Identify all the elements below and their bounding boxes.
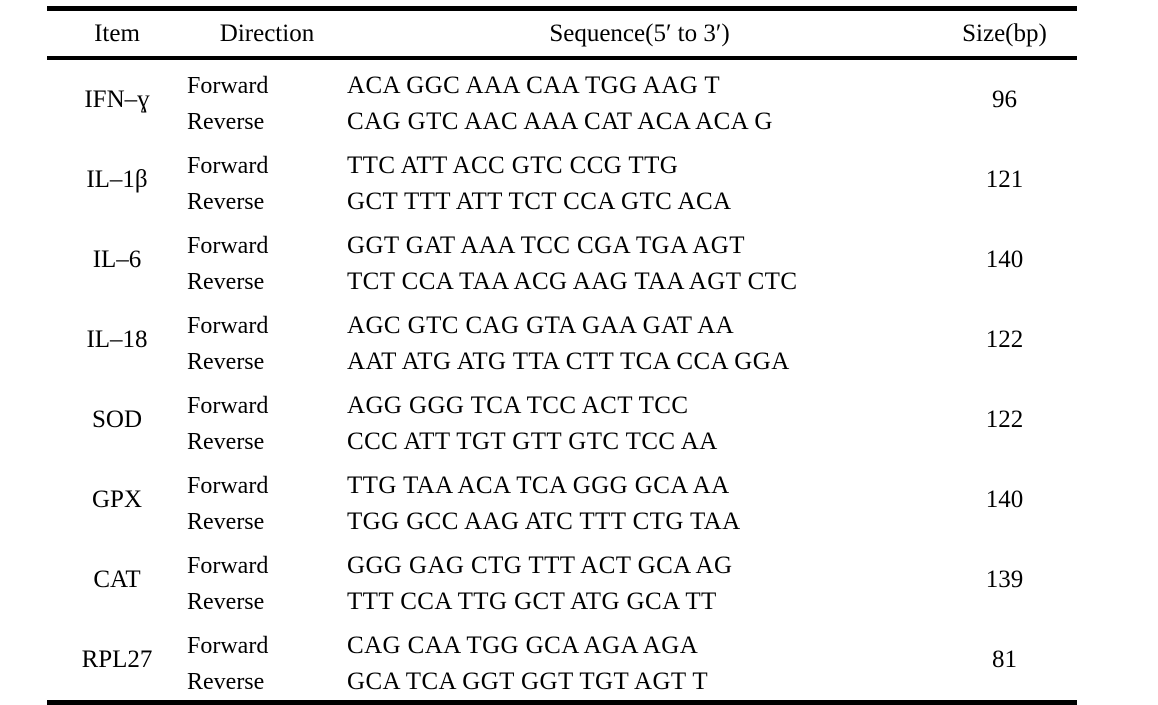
cell-sequence-reverse: TTT CCA TTG GCT ATG GCA TT [347, 588, 717, 615]
table-row: IFN–ɣ Forward ACA GGC AAA CAA TGG AAG T … [47, 60, 1077, 113]
cell-size: 96 [992, 86, 1017, 113]
table-row: Reverse GCA TCA GGT GGT TGT AGT T [47, 664, 1077, 700]
cell-direction-forward: Forward [187, 553, 269, 579]
cell-direction-reverse: Reverse [187, 509, 265, 535]
cell-item: SOD [91, 406, 142, 433]
table-row: Reverse TCT CCA TAA ACG AAG TAA AGT CTC [47, 264, 1077, 300]
cell-direction-forward: Forward [187, 233, 269, 259]
cell-direction-forward: Forward [187, 73, 269, 99]
cell-item: GPX [91, 486, 142, 513]
cell-size: 122 [985, 406, 1024, 433]
cell-item: IL–6 [92, 246, 142, 273]
primer-table-body-wrapper: IFN–ɣ Forward ACA GGC AAA CAA TGG AAG T … [47, 60, 1077, 700]
table-row: IL–6 Forward GGT GAT AAA TCC CGA TGA AGT… [47, 220, 1077, 273]
primer-table-container: Item Direction Sequence(5′ to 3′) Size(b… [47, 6, 1077, 705]
cell-sequence-forward: ACA GGC AAA CAA TGG AAG T [347, 72, 721, 99]
table-row: IL–18 Forward AGC GTC CAG GTA GAA GAT AA… [47, 300, 1077, 353]
cell-direction-reverse: Reverse [187, 429, 265, 455]
cell-sequence-forward: CAG CAA TGG GCA AGA AGA [347, 632, 699, 659]
table-bottom-rule [47, 700, 1077, 705]
table-body: IFN–ɣ Forward ACA GGC AAA CAA TGG AAG T … [47, 60, 1077, 700]
table-row: Reverse CAG GTC AAC AAA CAT ACA ACA G [47, 104, 1077, 140]
cell-sequence-reverse: AAT ATG ATG TTA CTT TCA CCA GGA [347, 348, 790, 375]
cell-sequence-forward: TTC ATT ACC GTC CCG TTG [347, 152, 679, 179]
cell-sequence-reverse: TCT CCA TAA ACG AAG TAA AGT CTC [347, 268, 798, 295]
cell-direction-forward: Forward [187, 633, 269, 659]
table-row: GPX Forward TTG TAA ACA TCA GGG GCA AA 1… [47, 460, 1077, 513]
table-header: Item Direction Sequence(5′ to 3′) Size(b… [47, 11, 1077, 56]
cell-direction-reverse: Reverse [187, 669, 265, 695]
cell-size: 81 [992, 646, 1017, 673]
cell-sequence-reverse: CAG GTC AAC AAA CAT ACA ACA G [347, 108, 773, 135]
cell-sequence-reverse: CCC ATT TGT GTT GTC TCC AA [347, 428, 718, 455]
cell-sequence-reverse: GCA TCA GGT GGT TGT AGT T [347, 668, 708, 695]
cell-sequence-forward: GGT GAT AAA TCC CGA TGA AGT [347, 232, 745, 259]
cell-sequence-forward: AGC GTC CAG GTA GAA GAT AA [347, 312, 735, 339]
table-row: CAT Forward GGG GAG CTG TTT ACT GCA AG 1… [47, 540, 1077, 593]
cell-direction-reverse: Reverse [187, 349, 265, 375]
column-header-size: Size(bp) [962, 20, 1047, 47]
primer-table: Item Direction Sequence(5′ to 3′) Size(b… [47, 11, 1077, 56]
table-row: Reverse CCC ATT TGT GTT GTC TCC AA [47, 424, 1077, 460]
cell-sequence-reverse: TGG GCC AAG ATC TTT CTG TAA [347, 508, 741, 535]
cell-item: CAT [93, 566, 141, 593]
cell-direction-forward: Forward [187, 473, 269, 499]
cell-direction-forward: Forward [187, 393, 269, 419]
cell-sequence-forward: TTG TAA ACA TCA GGG GCA AA [347, 472, 730, 499]
cell-item: RPL27 [81, 646, 153, 673]
cell-direction-forward: Forward [187, 313, 269, 339]
cell-size: 140 [985, 486, 1024, 513]
table-row: IL–1β Forward TTC ATT ACC GTC CCG TTG 12… [47, 140, 1077, 193]
column-header-sequence: Sequence(5′ to 3′) [549, 20, 730, 47]
cell-sequence-forward: AGG GGG TCA TCC ACT TCC [347, 392, 689, 419]
column-header-direction: Direction [219, 20, 315, 47]
table-row: Reverse TTT CCA TTG GCT ATG GCA TT [47, 584, 1077, 620]
table-row: SOD Forward AGG GGG TCA TCC ACT TCC 122 [47, 380, 1077, 433]
table-row: Reverse AAT ATG ATG TTA CTT TCA CCA GGA [47, 344, 1077, 380]
cell-direction-reverse: Reverse [187, 189, 265, 215]
column-header-item: Item [94, 20, 140, 47]
cell-size: 140 [985, 246, 1024, 273]
cell-sequence-forward: GGG GAG CTG TTT ACT GCA AG [347, 552, 733, 579]
page-root: Item Direction Sequence(5′ to 3′) Size(b… [0, 0, 1158, 705]
cell-item: IFN–ɣ [84, 86, 150, 113]
cell-item: IL–18 [86, 326, 148, 353]
table-row: Reverse TGG GCC AAG ATC TTT CTG TAA [47, 504, 1077, 540]
cell-size: 122 [985, 326, 1024, 353]
cell-direction-reverse: Reverse [187, 269, 265, 295]
cell-direction-reverse: Reverse [187, 589, 265, 615]
cell-sequence-reverse: GCT TTT ATT TCT CCA GTC ACA [347, 188, 732, 215]
cell-direction-reverse: Reverse [187, 109, 265, 135]
table-row: RPL27 Forward CAG CAA TGG GCA AGA AGA 81 [47, 620, 1077, 673]
table-row: Reverse GCT TTT ATT TCT CCA GTC ACA [47, 184, 1077, 220]
cell-size: 121 [985, 166, 1024, 193]
cell-item: IL–1β [86, 166, 148, 193]
cell-size: 139 [985, 566, 1024, 593]
table-header-row: Item Direction Sequence(5′ to 3′) Size(b… [47, 11, 1077, 56]
cell-direction-forward: Forward [187, 153, 269, 179]
